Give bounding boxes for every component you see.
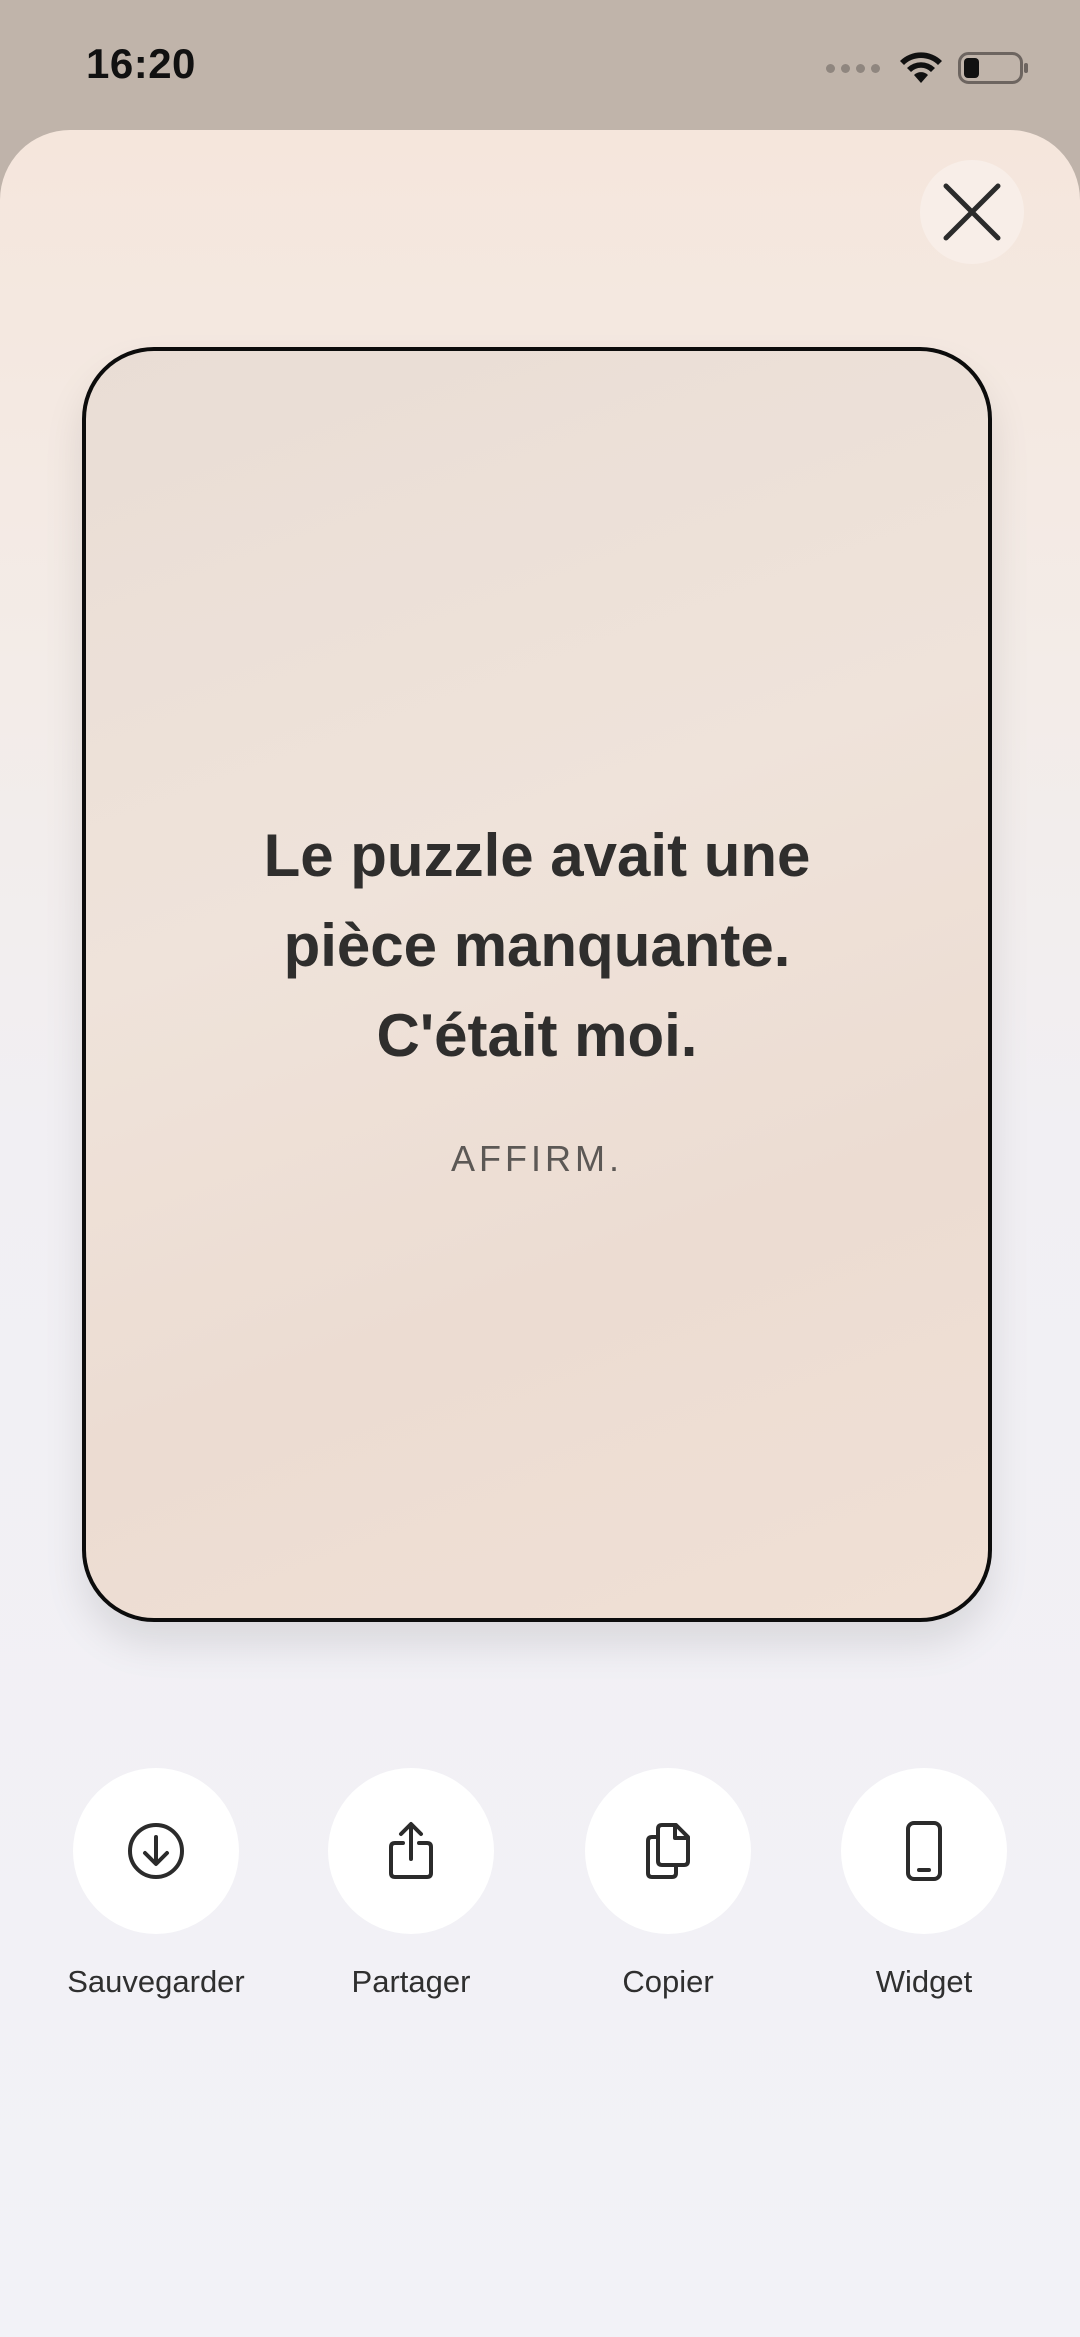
share-label: Partager — [351, 1964, 471, 1999]
status-time: 16:20 — [86, 40, 196, 87]
brand-label: AFFIRM. — [451, 1138, 623, 1179]
share-button[interactable] — [328, 1768, 494, 1934]
close-button[interactable] — [920, 160, 1024, 264]
share-action[interactable]: Partager — [306, 1768, 516, 2000]
share-sheet: Le puzzle avait une pièce manquante. C'é… — [0, 130, 1080, 2337]
status-bar: 16:20 — [0, 0, 1080, 130]
copy-button[interactable] — [585, 1768, 751, 1934]
widget-label: Widget — [875, 1964, 973, 1999]
save-button[interactable] — [73, 1768, 239, 1934]
battery-icon — [958, 52, 1028, 84]
affirmation-quote: Le puzzle avait une pièce manquante. C'é… — [263, 822, 811, 1069]
status-icons — [826, 46, 1030, 90]
affirmation-card: Le puzzle avait une pièce manquante. C'é… — [82, 347, 992, 1622]
widget-button[interactable] — [841, 1768, 1007, 1934]
signal-dots-icon — [826, 63, 880, 73]
save-label: Sauvegarder — [67, 1964, 245, 1999]
download-circle-icon — [128, 1823, 184, 1879]
copy-action[interactable]: Copier — [563, 1768, 773, 2000]
wifi-icon — [900, 52, 942, 83]
phone-icon — [906, 1821, 942, 1881]
copy-icon — [646, 1823, 690, 1879]
widget-action[interactable]: Widget — [819, 1768, 1029, 2000]
share-icon — [389, 1822, 433, 1879]
save-action[interactable]: Sauvegarder — [51, 1768, 261, 2000]
copy-label: Copier — [622, 1964, 714, 1999]
close-icon — [943, 183, 1001, 241]
